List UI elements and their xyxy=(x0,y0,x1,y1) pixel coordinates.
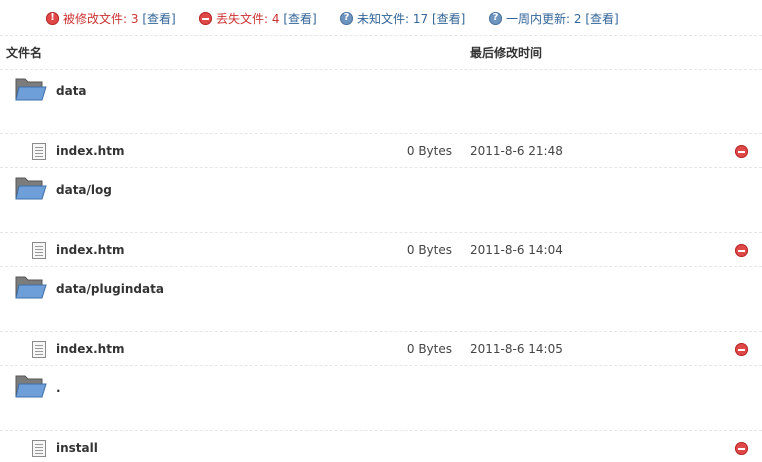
delete-icon[interactable] xyxy=(735,343,748,356)
summary-bar: 被修改文件: 3 [查看] 丢失文件: 4 [查看] 未知文件: 17 [查看]… xyxy=(0,0,762,36)
folder-name: data/plugindata xyxy=(56,282,164,296)
view-modified-link[interactable]: [查看] xyxy=(142,12,175,26)
file-icon xyxy=(32,341,46,358)
divider xyxy=(0,331,762,332)
folder-icon xyxy=(15,177,47,200)
folder-name: data/log xyxy=(56,183,112,197)
unknown-files-summary: 未知文件: 17 [查看] xyxy=(340,11,465,27)
folder-icon xyxy=(15,78,47,101)
delete-icon[interactable] xyxy=(735,442,748,455)
file-modified-time: 2011-8-6 14:05 xyxy=(470,342,563,356)
column-header-filename: 文件名 xyxy=(6,46,43,60)
warning-icon xyxy=(46,11,59,25)
divider xyxy=(0,167,762,168)
divider xyxy=(0,365,762,366)
minus-circle-icon xyxy=(199,12,212,25)
divider xyxy=(0,430,762,431)
divider xyxy=(0,133,762,134)
file-icon xyxy=(32,143,46,160)
file-name: index.htm xyxy=(56,342,125,356)
delete-icon[interactable] xyxy=(735,244,748,257)
missing-files-summary: 丢失文件: 4 [查看] xyxy=(199,11,317,27)
file-size: 0 Bytes xyxy=(406,144,452,158)
file-size: 0 Bytes xyxy=(406,342,452,356)
file-name: index.htm xyxy=(56,144,125,158)
unknown-files-label: 未知文件: 17 xyxy=(357,12,429,26)
help-icon xyxy=(489,11,502,25)
column-header-modified-time: 最后修改时间 xyxy=(470,46,543,60)
divider xyxy=(0,232,762,233)
view-unknown-link[interactable]: [查看] xyxy=(432,12,465,26)
folder-icon xyxy=(15,375,47,398)
view-recent-link[interactable]: [查看] xyxy=(585,12,618,26)
file-icon xyxy=(32,440,46,457)
divider xyxy=(0,266,762,267)
folder-name: . xyxy=(56,381,61,395)
help-icon xyxy=(340,11,353,25)
file-icon xyxy=(32,242,46,259)
folder-icon xyxy=(15,276,47,299)
view-missing-link[interactable]: [查看] xyxy=(283,12,316,26)
missing-files-label: 丢失文件: 4 xyxy=(216,12,280,26)
folder-name: data xyxy=(56,84,87,98)
file-size: 0 Bytes xyxy=(406,243,452,257)
divider xyxy=(0,69,762,70)
recent-updates-label: 一周内更新: 2 xyxy=(506,12,582,26)
divider xyxy=(0,35,762,36)
file-name: index.htm xyxy=(56,243,125,257)
file-modified-time: 2011-8-6 21:48 xyxy=(470,144,563,158)
recent-updates-summary: 一周内更新: 2 [查看] xyxy=(489,11,619,27)
modified-files-summary: 被修改文件: 3 [查看] xyxy=(46,11,176,27)
delete-icon[interactable] xyxy=(735,145,748,158)
modified-files-label: 被修改文件: 3 xyxy=(63,12,139,26)
file-name: install xyxy=(56,441,98,455)
file-modified-time: 2011-8-6 14:04 xyxy=(470,243,563,257)
